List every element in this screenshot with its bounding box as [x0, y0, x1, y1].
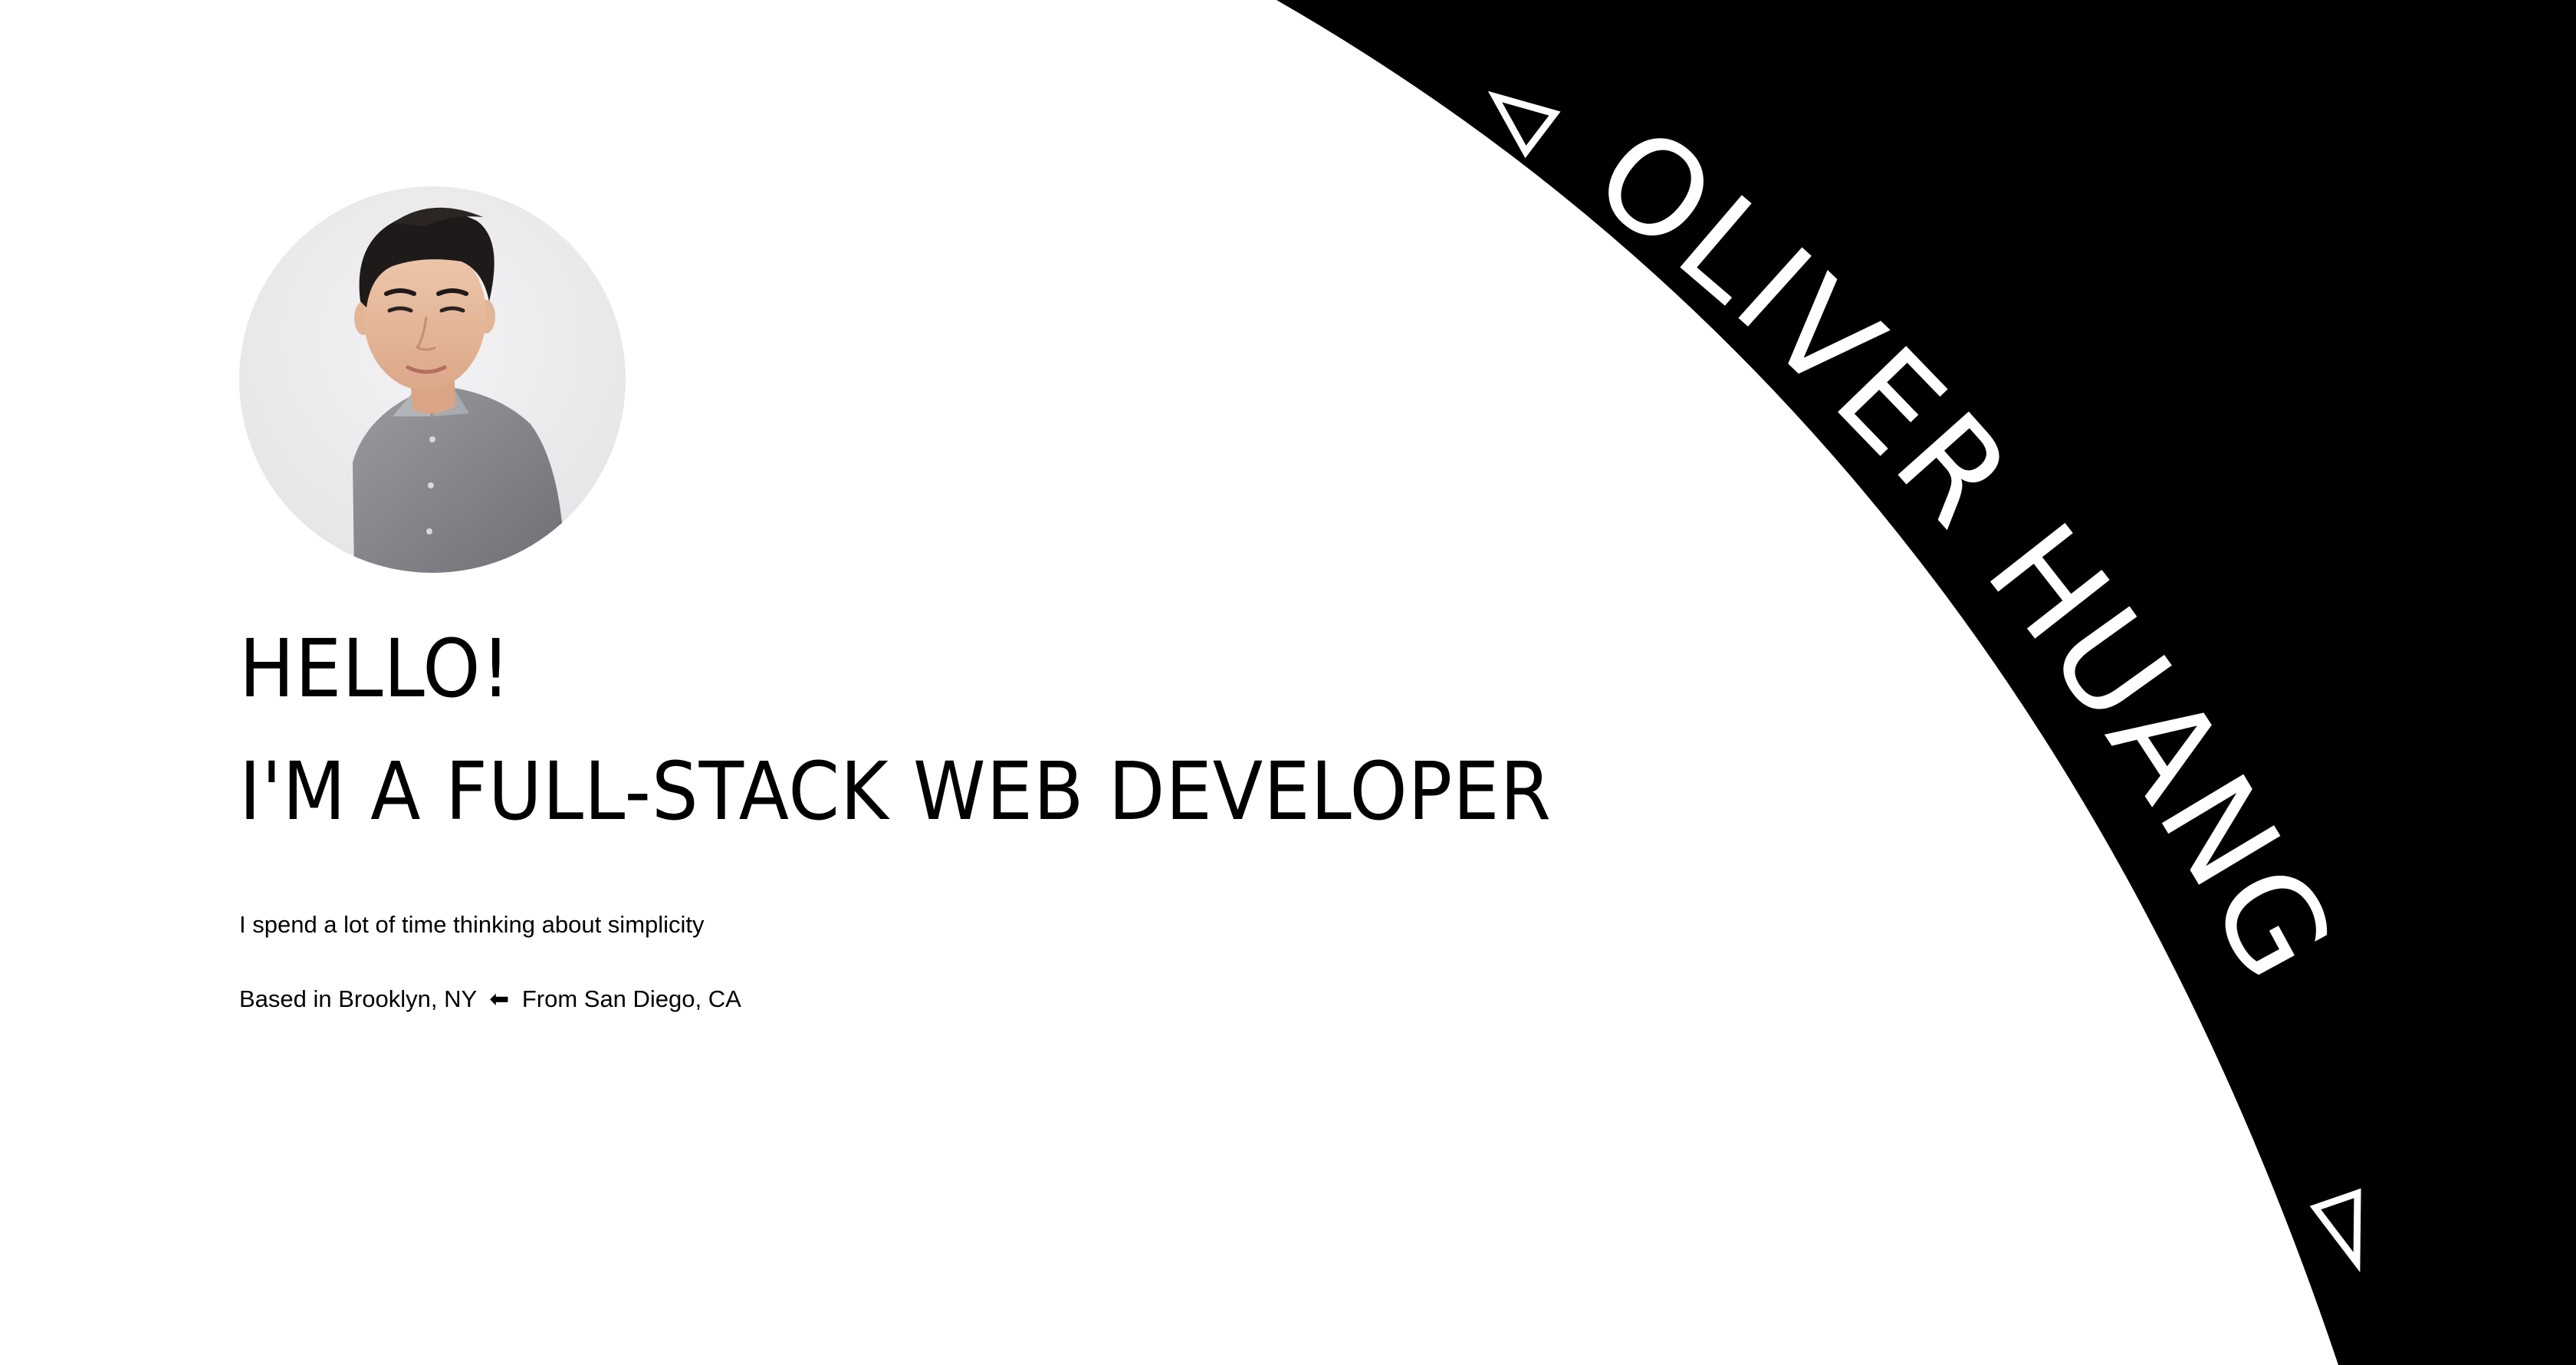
location-text: Based in Brooklyn, NY ⬅ From San Diego, … [239, 984, 741, 1015]
greeting-heading: HELLO! [239, 622, 511, 715]
arrow-left-icon: ⬅ [489, 985, 510, 1012]
location-current: Based in Brooklyn, NY [239, 985, 477, 1012]
hero-section: OLIVER HUANG HELLO! I'M A FULL-STACK WEB… [0, 0, 2576, 1365]
avatar-portrait [239, 186, 626, 573]
arc-panel-shape [1276, 0, 2576, 1365]
location-origin: From San Diego, CA [521, 985, 741, 1012]
tagline-text: I spend a lot of time thinking about sim… [239, 911, 705, 938]
avatar [239, 186, 626, 573]
role-heading: I'M A FULL-STACK WEB DEVELOPER [239, 745, 1552, 838]
